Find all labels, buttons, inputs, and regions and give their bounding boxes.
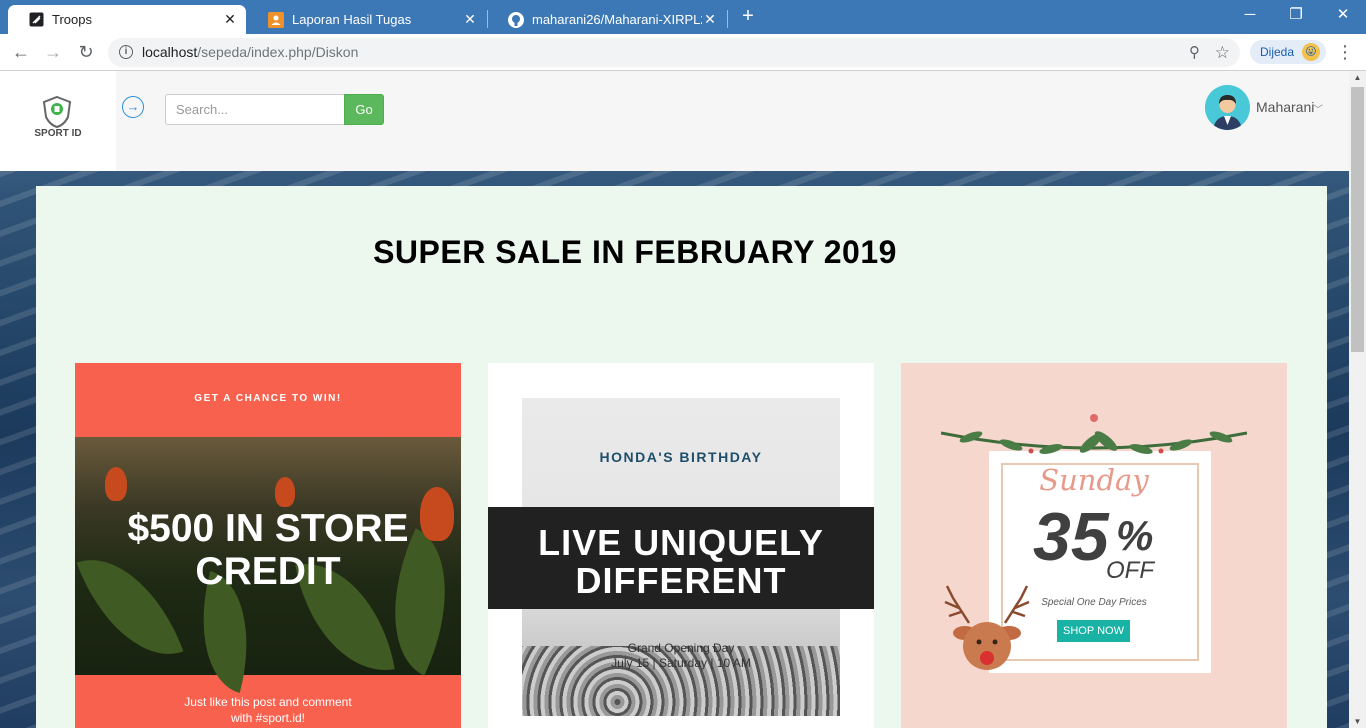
banner-line-2: DIFFERENT — [575, 560, 787, 601]
event-details: Grand Opening Day July 15 | Saturday | 1… — [488, 641, 874, 671]
sidebar-toggle-arrow-icon[interactable]: → — [122, 96, 144, 118]
card-subtitle: HONDA'S BIRTHDAY — [599, 449, 763, 465]
back-arrow-icon[interactable]: ← — [9, 40, 33, 64]
reload-icon[interactable]: ↻ — [74, 40, 98, 64]
close-window-icon[interactable]: ✕ — [1320, 2, 1366, 28]
discount-panel: SUPER SALE IN FEBRUARY 2019 GET A CHANCE… — [36, 186, 1327, 728]
tab-title: maharani26/Maharani-XIRPL2-22 — [532, 12, 702, 27]
tab-separator — [727, 10, 728, 28]
laporan-favicon-icon — [268, 11, 284, 28]
profile-emoji-icon: 😛 — [1302, 43, 1320, 61]
card-tagline: GET A CHANCE TO WIN! — [194, 393, 342, 404]
troops-favicon-icon — [28, 12, 44, 28]
tab-laporan[interactable]: Laporan Hasil Tugas ✕ — [248, 5, 486, 34]
url-path: /sepeda/index.php/Diskon — [197, 44, 359, 60]
promo-card-birthday[interactable]: HONDA'S BIRTHDAY LIVE UNIQUELY DIFFERENT… — [488, 363, 874, 728]
scroll-down-arrow-icon[interactable]: ▼ — [1349, 717, 1366, 726]
footer-line-2: with #sport.id! — [230, 711, 306, 725]
close-tab-icon[interactable]: ✕ — [222, 11, 238, 28]
scroll-up-arrow-icon[interactable]: ▲ — [1349, 73, 1366, 82]
tab-github[interactable]: maharani26/Maharani-XIRPL2-22 ✕ — [488, 5, 726, 34]
page-viewport: SPORT ID → Go Maharani ﹀ SUPER SALE IN F… — [0, 71, 1349, 728]
new-tab-button[interactable]: + — [736, 5, 760, 28]
logo-text: SPORT ID — [34, 128, 82, 139]
promo-card-store-credit[interactable]: GET A CHANCE TO WIN! $500 IN STORE CREDI… — [75, 363, 461, 728]
restore-window-icon[interactable]: ❐ — [1273, 2, 1319, 28]
url-host: localhost — [142, 44, 198, 60]
card-footer-text: Just like this post and comment with #sp… — [75, 694, 461, 726]
profile-label: Dijeda — [1260, 45, 1295, 59]
close-tab-icon[interactable]: ✕ — [702, 11, 718, 28]
event-datetime: July 15 | Saturday | 10 AM — [611, 656, 751, 670]
close-tab-icon[interactable]: ✕ — [462, 11, 478, 28]
reindeer-icon — [944, 585, 1030, 670]
zoom-icon[interactable]: ⚲ — [1189, 38, 1200, 67]
url-text[interactable]: localhost/sepeda/index.php/Diskon — [142, 38, 358, 67]
user-name[interactable]: Maharani — [1256, 99, 1314, 115]
avatar-person-icon — [1205, 85, 1250, 130]
site-header: SPORT ID → Go Maharani ﹀ — [0, 71, 1349, 171]
card-banner: LIVE UNIQUELY DIFFERENT — [488, 507, 874, 609]
browser-menu-icon[interactable]: ⋮ — [1336, 40, 1354, 64]
page-scrollbar[interactable]: ▲ ▼ — [1349, 71, 1366, 728]
github-icon — [508, 11, 524, 28]
user-avatar[interactable] — [1205, 85, 1250, 130]
user-menu-chevron-down-icon[interactable]: ﹀ — [1313, 101, 1323, 116]
forward-arrow-icon[interactable]: → — [41, 40, 65, 64]
logo-shield-icon — [42, 95, 72, 129]
garland-decoration-icon — [941, 414, 1247, 454]
search-input[interactable] — [165, 94, 345, 125]
browser-tab-strip: Troops ✕ Laporan Hasil Tugas ✕ maharani2… — [0, 0, 1366, 34]
banner-line-1: LIVE UNIQUELY — [538, 522, 824, 563]
bookmark-star-icon[interactable]: ☆ — [1215, 38, 1230, 67]
percent-symbol: % — [1116, 512, 1154, 559]
event-title: Grand Opening Day — [627, 641, 735, 655]
browser-toolbar: ← → ↻ i localhost/sepeda/index.php/Disko… — [0, 34, 1366, 71]
tab-troops[interactable]: Troops ✕ — [8, 5, 246, 34]
discount-percent: 35 — [1033, 499, 1109, 575]
card-headline: $500 IN STORE CREDIT — [75, 507, 461, 593]
shop-now-button[interactable]: SHOP NOW — [1057, 620, 1130, 642]
search-go-button[interactable]: Go — [344, 94, 384, 125]
off-label: OFF — [1106, 557, 1154, 584]
scrollbar-thumb[interactable] — [1351, 87, 1364, 352]
headline-line-1: $500 IN STORE — [127, 507, 409, 550]
tab-title: Troops — [52, 12, 92, 27]
promo-card-sunday-sale[interactable]: Sunday 35 % OFF Special One Day Prices S… — [901, 363, 1287, 728]
site-logo[interactable]: SPORT ID — [0, 71, 116, 171]
sale-day-script: Sunday — [1039, 463, 1149, 497]
footer-line-1: Just like this post and comment — [184, 695, 352, 709]
site-info-icon[interactable]: i — [119, 45, 133, 59]
headline-line-2: CREDIT — [195, 550, 341, 593]
tab-title: Laporan Hasil Tugas — [292, 12, 412, 27]
profile-button[interactable]: Dijeda 😛 — [1250, 40, 1326, 64]
page-title: SUPER SALE IN FEBRUARY 2019 — [373, 234, 897, 270]
minimize-window-icon[interactable]: ─ — [1227, 2, 1273, 28]
address-bar[interactable]: i localhost/sepeda/index.php/Diskon ⚲ ☆ — [108, 38, 1240, 67]
